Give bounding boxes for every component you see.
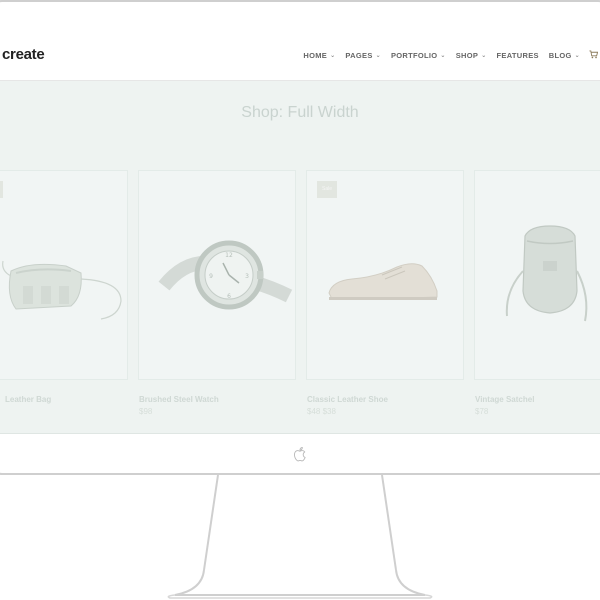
svg-text:9: 9	[209, 273, 213, 280]
screen-bottom-edge	[0, 433, 600, 434]
svg-text:12: 12	[225, 252, 233, 259]
product-price: $48 $38	[307, 407, 336, 416]
nav-blog-label: BLOG	[548, 51, 572, 60]
nav-shop[interactable]: SHOP ⌄	[456, 51, 487, 60]
chevron-down-icon: ⌄	[440, 53, 446, 59]
product-price: $98	[139, 407, 153, 416]
sale-badge: Sale	[317, 181, 337, 198]
chevron-down-icon: ⌄	[330, 53, 336, 59]
nav-home-label: HOME	[303, 51, 328, 60]
nav-pages[interactable]: PAGES ⌄	[345, 51, 381, 60]
page-title: Shop: Full Width	[241, 104, 359, 121]
site-header: create HOME ⌄ PAGES ⌄ PORTFOLIO ⌄ SHOP ⌄	[0, 31, 600, 81]
bag-icon	[2, 260, 122, 320]
site-logo[interactable]: create	[2, 46, 45, 63]
product-card[interactable]: 12 3 6 9	[138, 170, 296, 380]
product-name[interactable]: Leather Bag	[5, 395, 51, 404]
screen: create HOME ⌄ PAGES ⌄ PORTFOLIO ⌄ SHOP ⌄	[0, 31, 600, 434]
apple-logo-icon	[293, 446, 306, 462]
shoe-icon	[328, 263, 438, 300]
product-name[interactable]: Classic Leather Shoe	[307, 395, 388, 404]
product-card[interactable]	[0, 170, 128, 380]
product-name[interactable]: Brushed Steel Watch	[139, 395, 219, 404]
nav-home[interactable]: HOME ⌄	[303, 51, 335, 60]
product-card[interactable]	[474, 170, 600, 380]
nav-portfolio[interactable]: PORTFOLIO ⌄	[391, 51, 446, 60]
chevron-down-icon: ⌄	[375, 53, 381, 59]
chevron-down-icon: ⌄	[481, 53, 487, 59]
satchel-icon	[505, 225, 588, 322]
product-card[interactable]: Sale	[306, 170, 464, 380]
monitor-top-bezel	[0, 2, 600, 32]
product-name[interactable]: Vintage Satchel	[475, 395, 534, 404]
chevron-down-icon: ⌄	[574, 53, 580, 59]
nav-shop-label: SHOP	[455, 51, 479, 60]
watch-icon: 12 3 6 9	[158, 240, 293, 310]
nav-blog[interactable]: BLOG ⌄	[549, 51, 580, 60]
monitor-mockup: create HOME ⌄ PAGES ⌄ PORTFOLIO ⌄ SHOP ⌄	[0, 0, 600, 600]
main-navigation: HOME ⌄ PAGES ⌄ PORTFOLIO ⌄ SHOP ⌄ FEATUR…	[303, 51, 580, 60]
nav-features-label: FEATURES	[496, 51, 539, 60]
nav-portfolio-label: PORTFOLIO	[390, 51, 438, 60]
cart-icon[interactable]	[589, 50, 598, 59]
sale-badge	[0, 181, 3, 198]
nav-pages-label: PAGES	[345, 51, 373, 60]
product-price: $78	[475, 407, 489, 416]
nav-features[interactable]: FEATURES	[497, 51, 539, 60]
svg-text:6: 6	[227, 293, 231, 300]
svg-text:3: 3	[245, 273, 249, 280]
